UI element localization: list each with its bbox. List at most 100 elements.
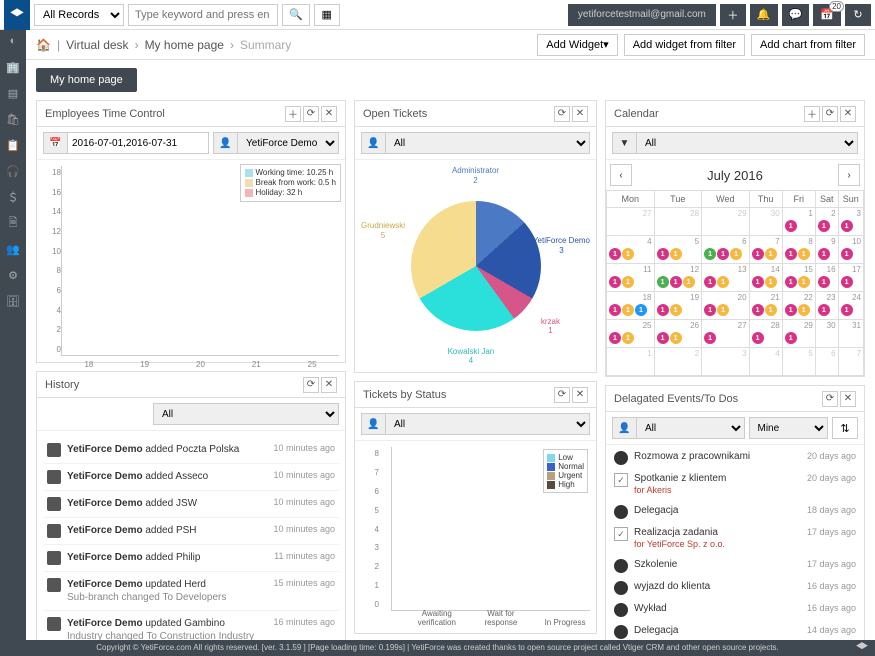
widget-refresh-icon[interactable]: ⟳ [822,106,838,122]
calendar-cell[interactable]: 18111 [607,292,655,320]
nav-dashboard[interactable]: ◐ [4,32,22,50]
history-item[interactable]: YetiForce Demo updated HerdSub-branch ch… [43,572,339,611]
widget-add-icon[interactable]: ＋ [285,106,301,122]
calendar-cell[interactable]: 241 [838,292,863,320]
open-tickets-filter[interactable]: All [385,132,590,154]
calendar-cell[interactable]: 4 [749,348,782,376]
nav-db[interactable]: 🗄 [4,292,22,310]
widget-close-icon[interactable]: ✕ [840,391,856,407]
nav-users[interactable]: 👥 [4,240,22,258]
history-item[interactable]: YetiForce Demo updated GambinoIndustry c… [43,611,339,640]
records-select[interactable]: All Records [34,4,124,26]
user-email-badge[interactable]: yetiforcetestmail@gmail.com [568,4,716,26]
widget-refresh-icon[interactable]: ⟳ [303,377,319,393]
calendar-cell[interactable]: 2211 [782,292,815,320]
widget-refresh-icon[interactable]: ⟳ [554,106,570,122]
calendar-cell[interactable]: 231 [815,292,838,320]
history-item[interactable]: YetiForce Demo added Poczta Polska10 min… [43,437,339,464]
nav-companies[interactable]: 🏢 [4,58,22,76]
event-item[interactable]: ✓Realizacja zadaniafor YetiForce Sp. z o… [610,523,860,555]
calendar-cell[interactable]: 171 [838,264,863,292]
widget-close-icon[interactable]: ✕ [572,387,588,403]
calendar-cell[interactable]: 711 [749,236,782,264]
calendar-cell[interactable]: 511 [654,236,702,264]
event-item[interactable]: Delegacja14 days ago [610,621,860,640]
widget-close-icon[interactable]: ✕ [321,377,337,393]
calendar-filter[interactable]: All [636,132,858,154]
calendar-cell[interactable]: 1911 [654,292,702,320]
nav-docs[interactable]: 🗎 [4,214,22,232]
global-search-input[interactable] [128,4,278,26]
widget-refresh-icon[interactable]: ⟳ [303,106,319,122]
calendar-cell[interactable]: 101 [838,236,863,264]
nav-sales[interactable]: 🛍 [4,110,22,128]
widget-refresh-icon[interactable]: ⟳ [554,387,570,403]
add-widget-button[interactable]: Add Widget ▾ [537,34,617,56]
add-widget-filter-button[interactable]: Add widget from filter [624,34,745,56]
notifications-button[interactable]: 🔔 [750,4,778,26]
calendar-cell[interactable]: 2511 [607,320,655,348]
etc-user-select[interactable]: YetiForce Demo [237,132,339,154]
history-item[interactable]: YetiForce Demo added Philip11 minutes ag… [43,545,339,572]
history-item[interactable]: YetiForce Demo added PSH10 minutes ago [43,518,339,545]
grid-button[interactable]: ▦ [314,4,340,26]
add-chart-filter-button[interactable]: Add chart from filter [751,34,865,56]
event-item[interactable]: Szkolenie17 days ago [610,555,860,577]
calendar-button[interactable]: 📅20 [813,4,841,26]
calendar-cell[interactable]: 271 [702,320,750,348]
calendar-cell[interactable]: 1 [607,348,655,376]
nav-finance[interactable]: ＄ [4,188,22,206]
calendar-cell[interactable]: 1111 [607,264,655,292]
add-button[interactable]: ＋ [720,4,746,26]
calendar-cell[interactable]: 6 [815,348,838,376]
calendar-cell[interactable]: 29 [702,208,750,236]
calendar-cell[interactable]: 7 [838,348,863,376]
nav-apps[interactable]: ▤ [4,84,22,102]
calendar-cell[interactable]: 1311 [702,264,750,292]
cal-next[interactable]: › [838,164,860,186]
home-icon[interactable]: 🏠 [36,38,51,52]
calendar-cell[interactable]: 31 [838,320,863,348]
calendar-cell[interactable]: 91 [815,236,838,264]
calendar-cell[interactable]: 21 [815,208,838,236]
calendar-cell[interactable]: 27 [607,208,655,236]
tbs-filter[interactable]: All [385,413,590,435]
calendar-cell[interactable]: 30 [749,208,782,236]
calendar-cell[interactable]: 11 [782,208,815,236]
cal-prev[interactable]: ‹ [610,164,632,186]
widget-add-icon[interactable]: ＋ [804,106,820,122]
nav-projects[interactable]: 📋 [4,136,22,154]
search-button[interactable]: 🔍 [282,4,310,26]
event-item[interactable]: Wykład16 days ago [610,599,860,621]
event-item[interactable]: wyjazd do klienta16 days ago [610,577,860,599]
events-mine[interactable]: Mine [749,417,829,439]
calendar-cell[interactable]: 2 [654,348,702,376]
calendar-cell[interactable]: 1411 [749,264,782,292]
tab-my-home-page[interactable]: My home page [36,68,137,92]
history-clock-button[interactable]: ↻ [845,4,871,26]
calendar-cell[interactable]: 31 [838,208,863,236]
event-item[interactable]: Rozmowa z pracownikami20 days ago [610,447,860,469]
chat-button[interactable]: 💬 [782,4,810,26]
widget-close-icon[interactable]: ✕ [321,106,337,122]
events-sort[interactable]: ⇅ [832,417,858,439]
calendar-cell[interactable]: 30 [815,320,838,348]
calendar-cell[interactable]: 1511 [782,264,815,292]
calendar-cell[interactable]: 411 [607,236,655,264]
calendar-cell[interactable]: 5 [782,348,815,376]
calendar-cell[interactable]: 281 [749,320,782,348]
calendar-cell[interactable]: 28 [654,208,702,236]
history-filter[interactable]: All [153,403,339,425]
etc-date-input[interactable] [67,132,209,154]
crumb-virtual-desk[interactable]: Virtual desk [66,38,128,52]
nav-support[interactable]: 🎧 [4,162,22,180]
history-item[interactable]: YetiForce Demo added Asseco10 minutes ag… [43,464,339,491]
calendar-cell[interactable]: 12111 [654,264,702,292]
events-filter[interactable]: All [636,417,745,439]
calendar-cell[interactable]: 2611 [654,320,702,348]
calendar-cell[interactable]: 3 [702,348,750,376]
calendar-cell[interactable]: 811 [782,236,815,264]
event-item[interactable]: Delegacja18 days ago [610,501,860,523]
widget-close-icon[interactable]: ✕ [840,106,856,122]
calendar-cell[interactable]: 6111 [702,236,750,264]
